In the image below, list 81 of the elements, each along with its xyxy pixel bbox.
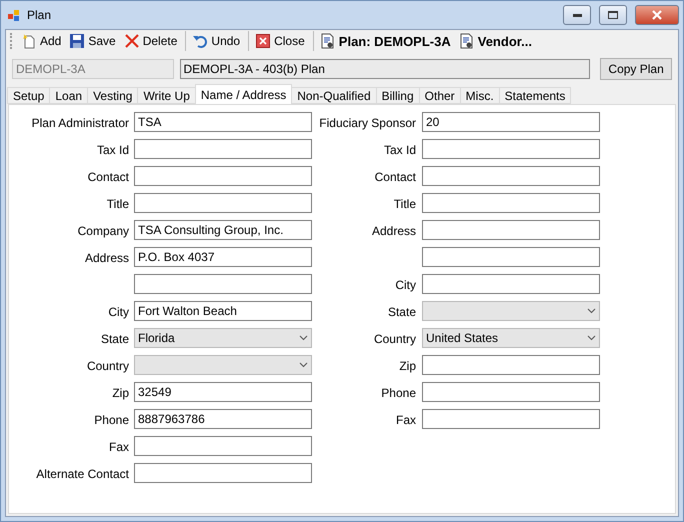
toolbar-button[interactable]: Close [248, 31, 308, 51]
text-field[interactable] [422, 193, 600, 213]
text-field[interactable]: Fort Walton Beach [134, 301, 312, 321]
text-field[interactable] [134, 139, 312, 159]
field-label: State [386, 305, 416, 320]
report-icon [458, 33, 475, 49]
tab[interactable]: Setup [7, 87, 50, 104]
window-title: Plan [27, 8, 52, 22]
toolbar-button[interactable]: Plan: DEMOPL-3A [312, 31, 454, 51]
text-field[interactable]: P.O. Box 4037 [134, 247, 312, 267]
field-label: Alternate Contact [35, 467, 129, 482]
field-label: Plan Administrator [30, 116, 129, 131]
minimize-button[interactable] [563, 5, 591, 25]
toolbar-button[interactable]: Save [66, 31, 119, 51]
field-label: Country [372, 332, 416, 347]
tab[interactable]: Name / Address [194, 84, 292, 104]
text-field[interactable] [134, 463, 312, 483]
field-label: Contact [374, 170, 416, 185]
field-label: Fax [394, 413, 416, 428]
undo-icon [192, 33, 208, 49]
text-field[interactable] [422, 166, 600, 186]
field-label: Address [370, 224, 416, 239]
field-label: Fiduciary Sponsor [318, 116, 416, 131]
text-field[interactable] [422, 355, 600, 375]
tab[interactable]: Non-Qualified [291, 87, 377, 104]
toolbar-button[interactable]: Undo [185, 31, 244, 51]
minimize-icon [572, 14, 582, 16]
dropdown[interactable]: Florida [134, 328, 312, 348]
tab[interactable]: Statements [498, 87, 572, 104]
field-label: Contact [86, 170, 129, 185]
text-field[interactable]: TSA Consulting Group, Inc. [134, 220, 312, 240]
text-field[interactable] [422, 247, 600, 267]
toolbar-button[interactable]: Vendor... [456, 31, 535, 51]
report-icon [320, 33, 336, 49]
delete-icon [124, 33, 140, 49]
field-label: Zip [398, 359, 416, 374]
close-icon [255, 33, 272, 49]
text-field[interactable] [422, 409, 600, 429]
app-icon [7, 8, 21, 22]
tab[interactable]: Write Up [137, 87, 196, 104]
new-document-icon [21, 33, 37, 49]
text-field[interactable] [422, 274, 600, 294]
maximize-button[interactable] [599, 5, 627, 25]
tab[interactable]: Billing [376, 87, 420, 104]
text-field[interactable] [422, 220, 600, 240]
maximize-icon [608, 11, 618, 19]
toolbar-button[interactable]: Delete [120, 31, 180, 51]
close-icon [652, 10, 662, 20]
field-label: City [107, 305, 129, 320]
tab[interactable]: Vesting [87, 87, 138, 104]
tab[interactable]: Other [418, 87, 461, 104]
field-label: Phone [93, 413, 129, 428]
field-label: Fax [108, 440, 129, 455]
text-field[interactable]: 8887963786 [134, 409, 312, 429]
text-field[interactable]: 20 [422, 112, 600, 132]
copy-plan-button[interactable]: Copy Plan [600, 58, 672, 80]
tab[interactable]: Loan [49, 87, 88, 104]
field-label: Title [392, 197, 416, 212]
text-field[interactable] [134, 193, 312, 213]
text-field[interactable]: TSA [134, 112, 312, 132]
text-field[interactable] [134, 166, 312, 186]
field-label: Country [86, 359, 129, 374]
field-label: Tax Id [96, 143, 129, 158]
toolbar-button[interactable]: Add [18, 31, 64, 51]
field-label: Tax Id [382, 143, 416, 158]
text-field[interactable] [134, 436, 312, 456]
field-label: Zip [111, 386, 129, 401]
text-field[interactable]: 32549 [134, 382, 312, 402]
text-field[interactable] [422, 382, 600, 402]
text-field[interactable] [422, 139, 600, 159]
dropdown[interactable]: United States [422, 328, 600, 348]
text-field[interactable] [134, 274, 312, 294]
plan-name-field[interactable]: DEMOPL-3A - 403(b) Plan [180, 59, 590, 79]
close-button[interactable] [635, 5, 679, 25]
field-label: State [100, 332, 129, 347]
field-label: Company [76, 224, 129, 239]
field-label: Title [106, 197, 129, 212]
field-label: City [394, 278, 416, 293]
field-label: Address [84, 251, 129, 266]
tab[interactable]: Misc. [460, 87, 500, 104]
field-label: Phone [380, 386, 416, 401]
